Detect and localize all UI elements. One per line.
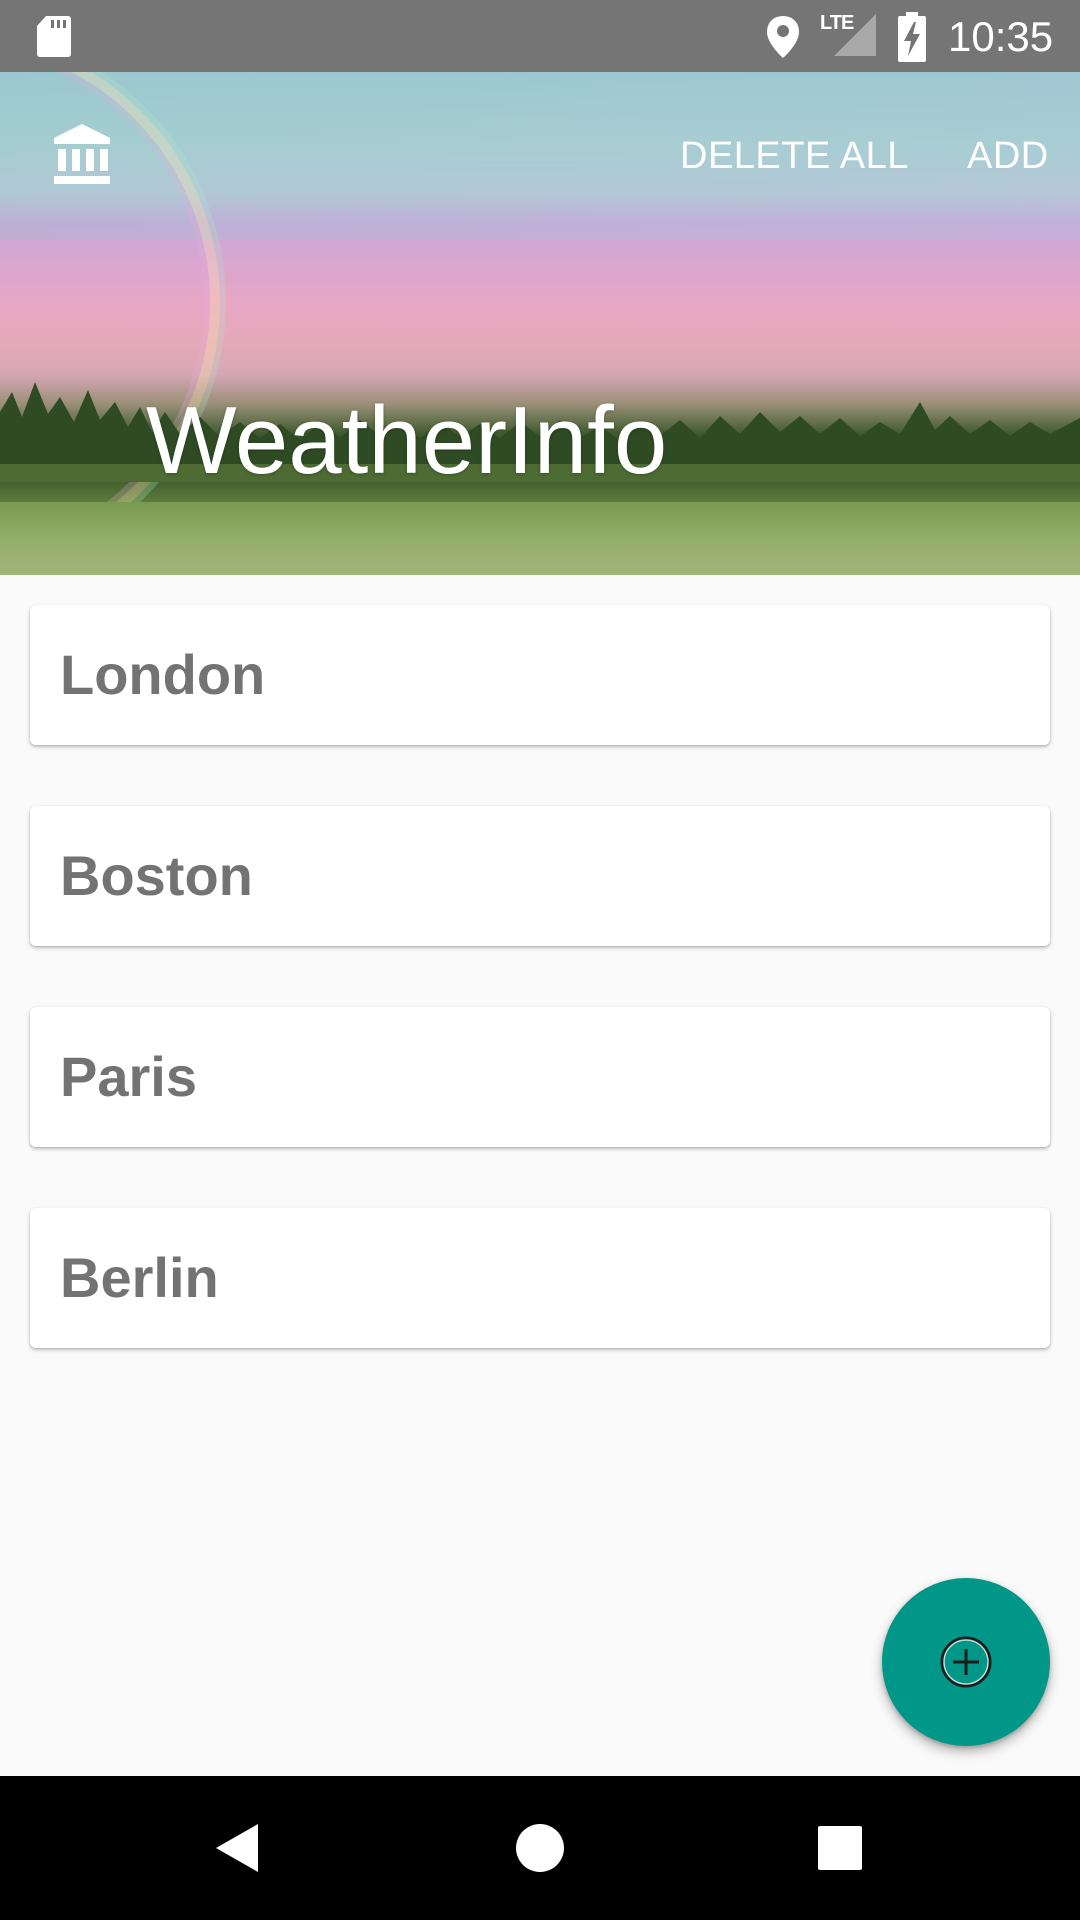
back-icon	[216, 1824, 258, 1872]
app-header: DELETE ALL ADD WeatherInfo	[0, 72, 1080, 575]
status-bar: LTE 10:35	[0, 0, 1080, 72]
bank-icon[interactable]	[52, 122, 112, 186]
location-icon	[767, 16, 799, 58]
add-city-fab[interactable]	[882, 1578, 1050, 1746]
city-card-paris[interactable]: Paris	[30, 1007, 1050, 1147]
home-icon	[516, 1824, 564, 1872]
recents-icon	[818, 1826, 862, 1870]
back-button[interactable]	[170, 1776, 310, 1920]
city-name: Paris	[60, 1045, 197, 1108]
city-card-boston[interactable]: Boston	[30, 806, 1050, 946]
city-card-london[interactable]: London	[30, 605, 1050, 745]
home-button[interactable]	[470, 1776, 610, 1920]
network-type-label: LTE	[820, 12, 854, 34]
header-meadow-decoration	[0, 502, 1080, 575]
delete-all-button[interactable]: DELETE ALL	[680, 134, 909, 178]
page-title: WeatherInfo	[146, 387, 668, 494]
city-card-berlin[interactable]: Berlin	[30, 1208, 1050, 1348]
add-button[interactable]: ADD	[967, 134, 1049, 178]
battery-charging-icon	[898, 12, 926, 62]
add-circle-icon	[940, 1636, 992, 1688]
sd-card-icon	[37, 16, 71, 57]
system-nav-bar	[0, 1776, 1080, 1920]
city-name: Berlin	[60, 1246, 219, 1309]
recents-button[interactable]	[770, 1776, 910, 1920]
status-clock: 10:35	[948, 13, 1054, 60]
city-name: London	[60, 643, 266, 706]
city-name: Boston	[60, 844, 253, 907]
